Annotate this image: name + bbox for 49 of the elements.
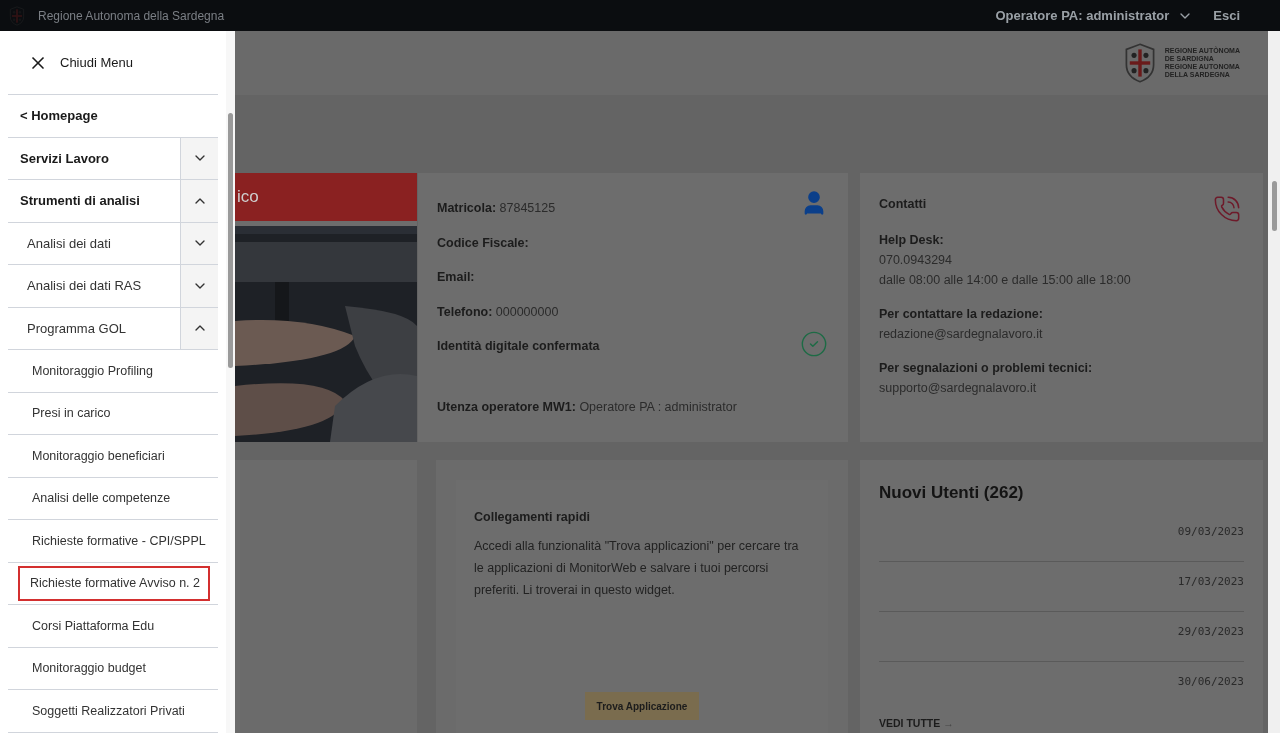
expand-toggle[interactable] (180, 222, 218, 265)
new-users-title: Nuovi Utenti (262) (879, 482, 1025, 504)
menu-item[interactable]: Richieste formative - CPI/SPPL (26, 523, 216, 559)
contact-line: redazione@sardegnalavoro.it (879, 325, 1044, 343)
contact-line: 070.0943294 (879, 251, 953, 269)
contact-line: dalle 08:00 alle 14:00 e dalle 15:00 alle 18:00 (879, 271, 1132, 289)
profile-field: Matricola: 87845125 (437, 199, 556, 219)
contact-label: Per segnalazioni o problemi tecnici: (879, 359, 1094, 377)
homepage-link[interactable]: < Homepage (0, 106, 98, 126)
profile-field: Email: (437, 268, 475, 288)
contact-label: Per contattare la redazione: (879, 305, 1044, 323)
operator-field: Utenza operatore MW1: Operatore PA : administrator (437, 398, 737, 417)
menu-item[interactable]: Servizi Lavoro (0, 137, 180, 180)
check-circle-icon (800, 330, 828, 358)
profile-field: Codice Fiscale: (437, 233, 529, 254)
crest-icon (8, 5, 26, 26)
site-name: Regione Autonoma della Sardegna (38, 7, 225, 25)
menu-item[interactable]: Strumenti di analisi (0, 180, 180, 222)
menu-item[interactable]: Analisi delle competenze (26, 481, 181, 516)
menu-item[interactable]: Monitoraggio Profiling (26, 353, 163, 389)
menu-item[interactable]: Corsi Piattaforma Edu (26, 608, 165, 644)
contact-label: Help Desk: (879, 231, 945, 249)
menu-item[interactable]: Presi in carico (26, 396, 121, 431)
profile-field: Identità digitale confermata (437, 337, 600, 357)
user-menu[interactable]: Operatore PA: administrator (995, 5, 1194, 26)
quick-links-text: Accedi alla funzionalità "Trova applicazioni" per cercare tra le applicazioni di MonitorWeb e salvare i tuoi percorsi preferiti. Li troverai in questo widget. (474, 537, 800, 599)
contact-line: supporto@sardegnalavoro.it (879, 379, 1038, 397)
quick-links-title: Collegamenti rapidi (474, 509, 591, 526)
menu-item[interactable]: Richieste formative Avviso n. 2 (18, 566, 210, 601)
expand-toggle[interactable] (180, 137, 218, 180)
menu-item[interactable]: Soggetti Realizzatori Privati (26, 693, 195, 729)
logout-link[interactable]: Esci (1213, 5, 1240, 26)
contacts-title: Contatti (879, 196, 927, 213)
close-menu-button[interactable]: Chiudi Menu (28, 52, 133, 73)
expand-toggle[interactable] (180, 180, 218, 222)
user-date: 30/06/2023 (1177, 673, 1244, 690)
banner-title: ico (237, 186, 259, 209)
expand-toggle[interactable] (180, 265, 218, 307)
expand-toggle[interactable] (180, 307, 218, 350)
user-date: 29/03/2023 (1177, 623, 1244, 640)
menu-item[interactable]: Analisi dei dati RAS (0, 265, 180, 307)
phone-icon (1213, 195, 1241, 223)
menu-item[interactable]: Analisi dei dati (0, 222, 180, 265)
profile-field: Telefono: 000000000 (437, 302, 559, 323)
menu-item[interactable]: Programma GOL (0, 307, 180, 350)
menu-item[interactable]: Monitoraggio budget (26, 651, 156, 687)
menu-item[interactable]: Monitoraggio beneficiari (26, 438, 175, 474)
user-date: 17/03/2023 (1177, 573, 1244, 590)
user-date: 09/03/2023 (1177, 523, 1244, 540)
